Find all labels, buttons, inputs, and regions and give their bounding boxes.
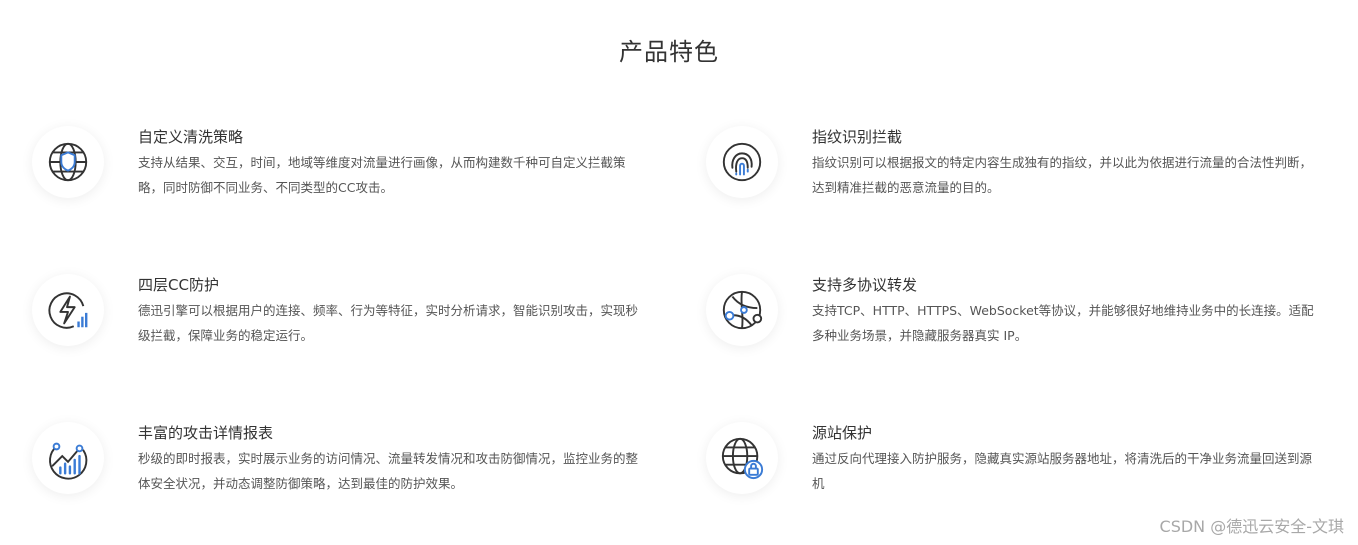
globe-shield-icon (32, 126, 104, 198)
network-nodes-icon (706, 274, 778, 346)
page-title: 产品特色 (619, 38, 719, 66)
feature-description: 德迅引擎可以根据用户的连接、频率、行为等特征，实时分析请求，智能识别攻击，实现秒… (138, 303, 639, 343)
feature-title: 源站保护 (812, 424, 873, 442)
feature-attack-report: 丰富的攻击详情报表 秒级的即时报表，实时展示业务的访问情况、流量转发情况和攻击防… (32, 422, 652, 532)
feature-fingerprint-interception: 指纹识别拦截 指纹识别可以根据报文的特定内容生成独有的指纹，并以此为依据进行流量… (706, 126, 1326, 236)
lightning-chart-icon (32, 274, 104, 346)
feature-multi-protocol-forwarding: 支持多协议转发 支持TCP、HTTP、HTTPS、WebSocket等协议，并能… (706, 274, 1326, 384)
feature-description: 支持TCP、HTTP、HTTPS、WebSocket等协议，并能够很好地维持业务… (812, 303, 1314, 343)
feature-title: 支持多协议转发 (812, 276, 918, 294)
feature-custom-cleaning-strategy: 自定义清洗策略 支持从结果、交互，时间，地域等维度对流量进行画像，从而构建数千种… (32, 126, 652, 236)
feature-description: 秒级的即时报表，实时展示业务的访问情况、流量转发情况和攻击防御情况，监控业务的整… (138, 451, 639, 491)
trend-chart-icon (32, 422, 104, 494)
feature-description: 支持从结果、交互，时间，地域等维度对流量进行画像，从而构建数千种可自定义拦截策略… (138, 155, 626, 195)
watermark: CSDN @德迅云安全-文琪 (1159, 517, 1344, 536)
feature-title: 自定义清洗策略 (138, 128, 244, 146)
feature-title: 指纹识别拦截 (812, 128, 903, 146)
feature-title: 四层CC防护 (138, 276, 219, 294)
feature-description: 指纹识别可以根据报文的特定内容生成独有的指纹，并以此为依据进行流量的合法性判断，… (812, 155, 1313, 195)
feature-description: 通过反向代理接入防护服务，隐藏真实源站服务器地址，将清洗后的干净业务流量回送到源… (812, 451, 1313, 491)
feature-title: 丰富的攻击详情报表 (138, 424, 274, 442)
feature-l4-cc-protection: 四层CC防护 德迅引擎可以根据用户的连接、频率、行为等特征，实时分析请求，智能识… (32, 274, 652, 384)
globe-lock-icon (706, 422, 778, 494)
fingerprint-icon (706, 126, 778, 198)
